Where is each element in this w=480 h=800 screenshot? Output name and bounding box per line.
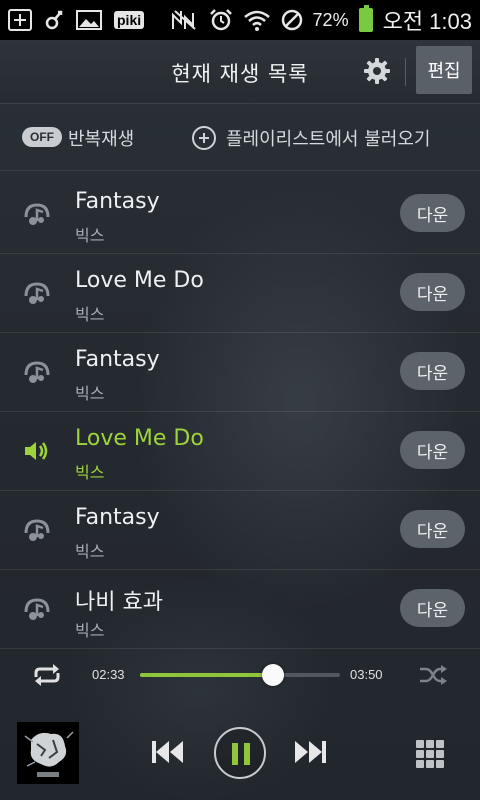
music-note-icon — [22, 199, 52, 229]
grid-menu-icon[interactable] — [416, 740, 444, 768]
page-title: 현재 재생 목록 — [0, 58, 480, 88]
song-artist: 빅스 — [75, 621, 105, 640]
bluetooth-key-icon — [44, 9, 64, 31]
shuffle-icon[interactable] — [418, 663, 448, 687]
status-bar: piki 72% 오전 1:03 — [0, 0, 480, 40]
song-title: Love Me Do — [75, 426, 204, 451]
playlist-row[interactable]: Fantasy 빅스 다운 — [0, 491, 480, 570]
seek-thumb[interactable] — [262, 664, 284, 686]
image-icon — [76, 9, 102, 31]
song-title: 나비 효과 — [75, 590, 163, 615]
pause-bar-left — [232, 743, 238, 765]
clock: 오전 1:03 — [382, 9, 472, 34]
repeat-icon[interactable] — [30, 663, 64, 687]
playback-progress: 02:33 03:50 — [0, 655, 480, 697]
playlist-row[interactable]: Fantasy 빅스 다운 — [0, 333, 480, 412]
music-note-icon — [22, 515, 52, 545]
song-artist: 빅스 — [75, 542, 105, 561]
header-divider — [405, 58, 406, 86]
do-not-disturb-icon — [281, 9, 303, 31]
download-button[interactable]: 다운 — [400, 352, 465, 390]
current-time: 02:33 — [92, 667, 125, 682]
playlist-row[interactable]: 나비 효과 빅스 다운 — [0, 570, 480, 649]
piki-app-badge: piki — [114, 11, 145, 29]
song-title: Fantasy — [75, 189, 160, 214]
song-artist: 빅스 — [75, 305, 105, 324]
battery-icon — [358, 5, 373, 32]
song-title: Fantasy — [75, 505, 160, 530]
song-title: Love Me Do — [75, 268, 204, 293]
playlist-row-now-playing[interactable]: Love Me Do 빅스 다운 — [0, 412, 480, 491]
download-button[interactable]: 다운 — [400, 431, 465, 469]
download-button[interactable]: 다운 — [400, 194, 465, 232]
repeat-toggle[interactable]: OFF — [22, 127, 62, 147]
repeat-label[interactable]: 반복재생 — [68, 125, 134, 151]
song-title: Fantasy — [75, 347, 160, 372]
speaker-playing-icon — [22, 436, 52, 466]
add-circle-icon[interactable] — [192, 126, 216, 150]
next-track-button[interactable] — [292, 738, 328, 766]
previous-track-button[interactable] — [150, 738, 186, 766]
total-time: 03:50 — [350, 667, 383, 682]
playlist-row[interactable]: Love Me Do 빅스 다운 — [0, 254, 480, 333]
download-button[interactable]: 다운 — [400, 273, 465, 311]
album-art-thumbnail[interactable] — [17, 722, 79, 784]
song-artist: 빅스 — [75, 384, 105, 403]
add-notification-icon — [8, 9, 32, 31]
gear-icon[interactable] — [362, 56, 392, 86]
song-artist: 빅스 — [75, 226, 105, 245]
pause-button[interactable] — [214, 727, 266, 779]
download-button[interactable]: 다운 — [400, 589, 465, 627]
playlist: Fantasy 빅스 다운 Love Me Do 빅스 다운 Fantasy 빅… — [0, 175, 480, 649]
player-controls — [0, 700, 480, 800]
seek-bar-fill — [140, 673, 273, 677]
music-note-icon — [22, 357, 52, 387]
music-note-icon — [22, 594, 52, 624]
load-from-playlist-button[interactable]: 플레이리스트에서 불러오기 — [226, 125, 430, 151]
wifi-icon — [243, 8, 271, 32]
alarm-icon — [209, 8, 233, 32]
page-title-text: 현재 재생 목록 — [171, 62, 309, 86]
music-note-icon — [22, 278, 52, 308]
pause-bar-right — [244, 743, 250, 765]
edit-button[interactable]: 편집 — [416, 46, 472, 94]
app-header: 현재 재생 목록 편집 — [0, 40, 480, 104]
song-artist: 빅스 — [75, 463, 105, 482]
download-button[interactable]: 다운 — [400, 510, 465, 548]
battery-percent: 72% — [312, 9, 349, 30]
no-signal-icon — [171, 9, 199, 31]
playlist-options: OFF 반복재생 플레이리스트에서 불러오기 — [0, 105, 480, 171]
playlist-row[interactable]: Fantasy 빅스 다운 — [0, 175, 480, 254]
seek-bar[interactable] — [140, 664, 340, 686]
